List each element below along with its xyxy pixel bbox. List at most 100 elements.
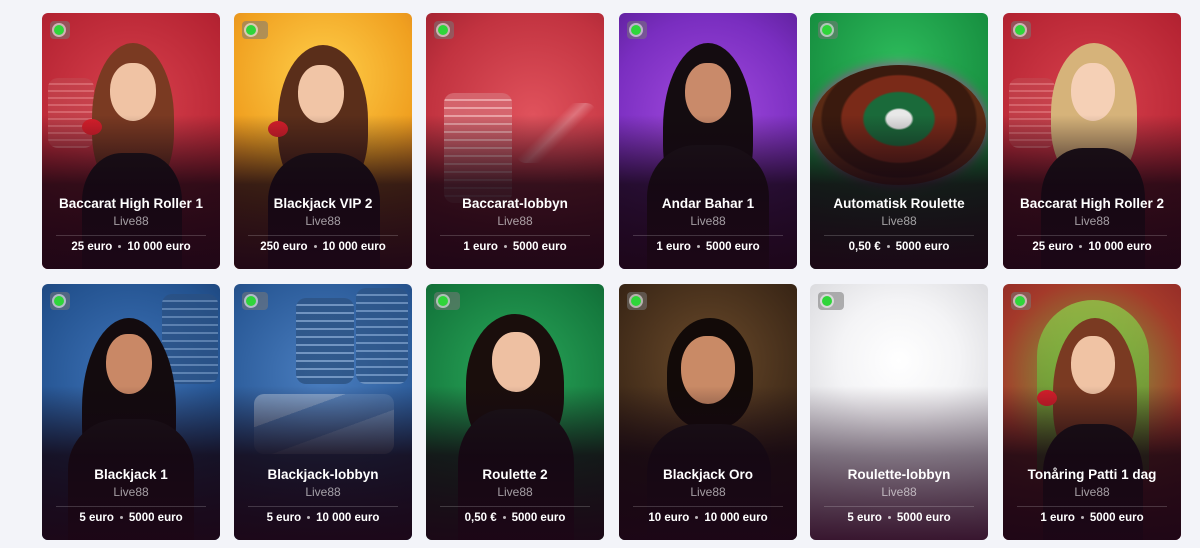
game-card-baccarat-high-roller-2[interactable]: Baccarat High Roller 2 Live88 25 euro 10 … [1003, 13, 1181, 269]
live-dot-icon [631, 296, 641, 306]
separator-dot-icon [307, 516, 311, 520]
game-card-blackjack-lobbyn[interactable]: Blackjack-lobbyn Live88 5 euro 10 000 eur… [234, 284, 412, 540]
game-provider: Live88 [305, 485, 341, 499]
game-title: Blackjack VIP 2 [273, 196, 373, 211]
min-bet: 250 euro [260, 241, 308, 253]
min-bet: 5 euro [847, 512, 882, 524]
live-badge [242, 21, 268, 39]
bet-limits: 5 euro 5000 euro [42, 512, 220, 524]
live-dot-icon [822, 296, 832, 306]
separator-dot-icon [696, 245, 700, 249]
bet-limits: 25 euro 10 000 euro [1003, 241, 1181, 253]
game-title: Baccarat-lobbyn [462, 196, 568, 211]
game-title: Baccarat High Roller 2 [1019, 196, 1165, 211]
bet-limits: 1 euro 5000 euro [1003, 512, 1181, 524]
live-badge [1011, 292, 1031, 310]
game-provider: Live88 [497, 214, 533, 228]
divider [1017, 235, 1167, 236]
divider [824, 506, 974, 507]
live-badge [627, 21, 647, 39]
game-title: Roulette-lobbyn [847, 467, 951, 482]
live-dot-icon [54, 25, 64, 35]
live-dot-icon [246, 25, 256, 35]
game-title: Tonåring Patti 1 dag [1027, 467, 1157, 482]
game-card-baccarat-lobbyn[interactable]: Baccarat-lobbyn Live88 1 euro 5000 euro [426, 13, 604, 269]
divider [824, 235, 974, 236]
game-card-tonaring-patti-1-dag[interactable]: Tonåring Patti 1 dag Live88 1 euro 5000 e… [1003, 284, 1181, 540]
chip-stack-image [296, 298, 354, 384]
bet-limits: 1 euro 5000 euro [619, 241, 797, 253]
game-card-blackjack-1[interactable]: Blackjack 1 Live88 5 euro 5000 euro [42, 284, 220, 540]
max-bet: 10 000 euro [316, 512, 380, 524]
divider [633, 506, 783, 507]
game-card-baccarat-high-roller-1[interactable]: Baccarat High Roller 1 Live88 25 euro 10 … [42, 13, 220, 269]
separator-dot-icon [1079, 245, 1083, 249]
live-dot-icon [54, 296, 64, 306]
game-title: Blackjack 1 [94, 467, 168, 482]
min-bet: 1 euro [1040, 512, 1075, 524]
min-bet: 25 euro [1032, 241, 1074, 253]
divider [440, 235, 590, 236]
min-bet: 5 euro [266, 512, 302, 524]
game-card-automatisk-roulette[interactable]: Automatisk Roulette Live88 0,50 € 5000 eu… [810, 13, 988, 269]
live-dot-icon [1015, 296, 1025, 306]
game-card-roulette-2[interactable]: Roulette 2 Live88 0,50 € 5000 euro [426, 284, 604, 540]
max-bet: 5000 euro [512, 241, 567, 253]
separator-dot-icon [502, 516, 506, 520]
live-badge [50, 292, 70, 310]
min-bet: 5 euro [79, 512, 114, 524]
game-title: Blackjack Oro [662, 467, 754, 482]
live-badge [818, 292, 844, 310]
live-dot-icon [438, 25, 448, 35]
game-provider: Live88 [113, 214, 149, 228]
game-provider: Live88 [881, 214, 917, 228]
game-provider: Live88 [1074, 485, 1110, 499]
bet-limits: 5 euro 5000 euro [810, 512, 988, 524]
separator-dot-icon [695, 516, 699, 520]
bet-limits: 250 euro 10 000 euro [234, 241, 412, 253]
separator-dot-icon [313, 245, 317, 249]
divider [440, 506, 590, 507]
max-bet: 5000 euro [896, 512, 951, 524]
game-provider: Live88 [305, 214, 341, 228]
live-badge [434, 292, 460, 310]
game-card-blackjack-oro[interactable]: Blackjack Oro Live88 10 euro 10 000 euro [619, 284, 797, 540]
separator-dot-icon [119, 516, 123, 520]
game-title: Automatisk Roulette [833, 196, 965, 211]
bet-limits: 25 euro 10 000 euro [42, 241, 220, 253]
game-card-blackjack-vip-2[interactable]: Blackjack VIP 2 Live88 250 euro 10 000 eu… [234, 13, 412, 269]
game-card-roulette-lobbyn[interactable]: Roulette-lobbyn Live88 5 euro 5000 euro [810, 284, 988, 540]
live-dot-icon [822, 25, 832, 35]
game-title: Blackjack-lobbyn [267, 467, 379, 482]
min-bet: 1 euro [463, 241, 498, 253]
bet-limits: 10 euro 10 000 euro [619, 512, 797, 524]
max-bet: 5000 euro [705, 241, 760, 253]
game-provider: Live88 [690, 214, 726, 228]
max-bet: 10 000 euro [704, 512, 768, 524]
min-bet: 1 euro [656, 241, 691, 253]
max-bet: 5000 euro [511, 512, 566, 524]
max-bet: 5000 euro [1089, 512, 1144, 524]
divider [248, 506, 398, 507]
game-provider: Live88 [113, 485, 149, 499]
live-badge [818, 21, 838, 39]
chip-stack-image [356, 288, 408, 384]
min-bet: 0,50 € [848, 241, 881, 253]
bet-limits: 1 euro 5000 euro [426, 241, 604, 253]
game-title: Andar Bahar 1 [661, 196, 755, 211]
divider [1017, 506, 1167, 507]
bet-limits: 0,50 € 5000 euro [810, 241, 988, 253]
live-badge [434, 21, 454, 39]
divider [56, 235, 206, 236]
game-provider: Live88 [497, 485, 533, 499]
max-bet: 5000 euro [895, 241, 950, 253]
game-grid: Baccarat High Roller 1 Live88 25 euro 10 … [42, 13, 1188, 540]
game-provider: Live88 [690, 485, 726, 499]
game-provider: Live88 [1074, 214, 1110, 228]
game-provider: Live88 [881, 485, 917, 499]
min-bet: 0,50 € [464, 512, 497, 524]
max-bet: 10 000 euro [322, 241, 386, 253]
separator-dot-icon [118, 245, 122, 249]
live-badge [242, 292, 268, 310]
game-card-andar-bahar-1[interactable]: Andar Bahar 1 Live88 1 euro 5000 euro [619, 13, 797, 269]
